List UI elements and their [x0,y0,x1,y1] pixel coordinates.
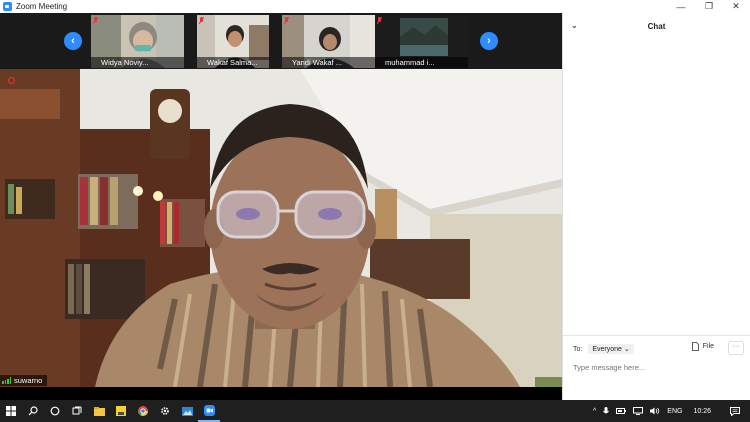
recording-indicator-icon [8,77,15,84]
taskbar-app-chrome[interactable] [132,400,154,422]
to-label: To: [573,345,583,353]
taskbar-app-zoom[interactable] [198,400,220,422]
active-speaker-video: suwarno [0,69,562,387]
folder-icon [93,406,105,416]
chat-composer: To: Everyone ⌄ File ··· [563,335,750,400]
gear-icon [161,407,169,415]
more-options-button[interactable]: ··· [728,341,744,355]
next-page-button[interactable]: › [480,32,498,50]
speaker-name-label: suwarno [0,375,48,386]
taskbar-app-settings[interactable] [154,400,176,422]
network-icon[interactable] [633,407,644,415]
mic-muted-icon [199,17,204,24]
task-view-icon [72,406,82,415]
clock[interactable]: 10:26 [693,408,711,415]
window-title: Zoom Meeting [16,2,68,11]
speaker-video-frame [0,69,562,387]
windows-taskbar: ^ ENG 10:26 [0,400,750,422]
message-input[interactable] [573,360,744,374]
chat-panel: ⌄ Chat To: Everyone ⌄ File ··· [562,13,750,400]
cortana-button[interactable] [44,400,66,422]
mic-muted-icon [284,17,289,24]
audio-level-icon [2,377,11,384]
zoom-window: Zoom Meeting — ❐ ✕ ‹ Widya Noviy... Waka… [0,0,750,400]
taskbar-app-photos[interactable] [176,400,198,422]
recipient-value: Everyone [592,346,622,353]
recipient-row: To: Everyone ⌄ File ··· [573,341,744,356]
show-hidden-icons-chevron-up-icon[interactable]: ^ [593,408,596,415]
file-icon [691,342,699,351]
start-button[interactable] [0,400,22,422]
chat-title: Chat [647,21,666,31]
task-view-button[interactable] [66,400,88,422]
participant-name: Widya Noviy... [91,57,184,68]
chevron-down-icon: ⌄ [623,346,630,353]
close-button[interactable]: ✕ [722,0,750,13]
search-button[interactable] [22,400,44,422]
chrome-icon [138,406,148,416]
participant-strip: ‹ Widya Noviy... Wakaf Salma... Yandi Wa… [0,13,562,69]
toolbar-area [0,387,562,400]
mic-muted-icon [93,17,98,24]
notifications-icon[interactable] [730,406,740,416]
battery-icon[interactable] [616,408,627,414]
system-tray: ^ ENG 10:26 [593,400,750,422]
restore-button[interactable]: ❐ [695,0,723,13]
chat-messages [563,39,750,347]
chat-header: ⌄ Chat [563,13,750,39]
recipient-dropdown[interactable]: Everyone ⌄ [588,344,634,354]
mic-muted-icon [377,17,382,24]
cortana-icon [50,406,60,416]
participant-name: muhammad i... [375,57,468,68]
zoom-app-icon [3,2,12,11]
speaker-name: suwarno [14,376,43,385]
taskbar-app-notes[interactable] [110,400,132,422]
participant-name: Wakaf Salma... [197,57,269,68]
participant-tile[interactable]: muhammad i... [375,15,468,68]
zoom-icon [203,404,215,416]
file-label: File [702,343,714,350]
collapse-chat-icon[interactable]: ⌄ [571,21,578,30]
taskbar-app-file-explorer[interactable] [88,400,110,422]
participant-name: Yandi Wakaf ... [282,57,375,68]
search-icon [28,406,38,416]
language-indicator[interactable]: ENG [667,408,682,415]
participant-tile[interactable]: Yandi Wakaf ... [282,15,375,68]
photos-icon [181,406,193,416]
title-bar: Zoom Meeting — ❐ ✕ [0,0,750,13]
prev-page-button[interactable]: ‹ [64,32,82,50]
minimize-button[interactable]: — [667,0,695,13]
participant-tile[interactable]: Wakaf Salma... [197,15,269,68]
sticky-notes-icon [116,406,126,416]
file-button[interactable]: File [691,342,714,351]
windows-logo-icon [6,406,16,416]
participant-tile[interactable]: Widya Noviy... [91,15,184,68]
volume-icon[interactable] [650,407,660,415]
microphone-icon[interactable] [603,406,610,416]
